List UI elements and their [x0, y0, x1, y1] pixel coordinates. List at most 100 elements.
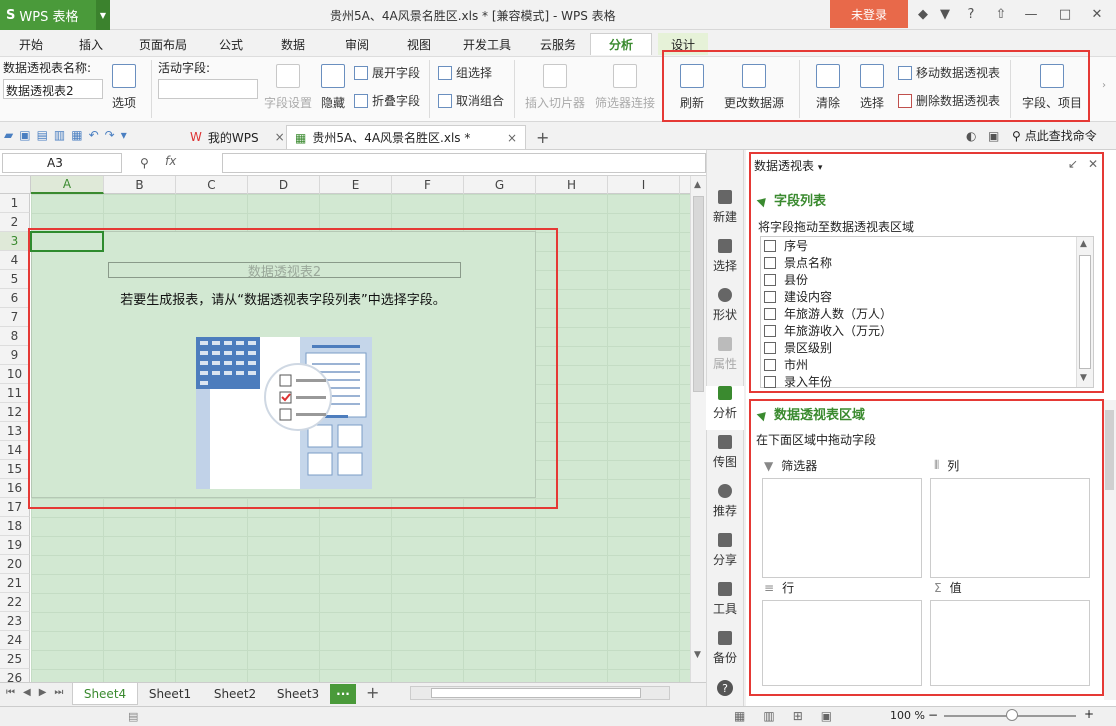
- normal-view-icon[interactable]: ▦: [734, 709, 745, 723]
- column-header[interactable]: A: [31, 176, 104, 194]
- panel-scrollbar[interactable]: [1104, 400, 1116, 700]
- dock-icon[interactable]: ◐: [966, 129, 976, 143]
- side-properties[interactable]: 属性: [706, 337, 744, 372]
- side-upload-image[interactable]: 传图: [706, 435, 744, 470]
- row-header[interactable]: 2: [0, 213, 30, 232]
- zoom-slider-thumb[interactable]: [1006, 709, 1018, 721]
- pivot-name-input[interactable]: 数据透视表2: [3, 79, 103, 99]
- tab-document[interactable]: ▦ 贵州5A、4A风景名胜区.xls * ×: [286, 125, 526, 149]
- hide-button[interactable]: 隐藏: [318, 64, 348, 111]
- minimize-icon[interactable]: —: [1022, 5, 1040, 23]
- scroll-thumb[interactable]: [693, 196, 704, 392]
- column-header[interactable]: F: [392, 176, 464, 194]
- tab-insert[interactable]: 插入: [68, 33, 114, 55]
- row-header[interactable]: 4: [0, 251, 30, 270]
- first-sheet-icon[interactable]: ⏮: [6, 687, 15, 698]
- redo-icon[interactable]: ↷: [105, 128, 115, 144]
- tab-my-wps[interactable]: W 我的WPS ×: [182, 125, 293, 149]
- zoom-out-icon[interactable]: −: [928, 708, 938, 722]
- tab-review[interactable]: 审阅: [334, 33, 380, 55]
- row-header[interactable]: 1: [0, 194, 30, 213]
- tab-page-layout[interactable]: 页面布局: [130, 33, 196, 55]
- active-field-input[interactable]: [158, 79, 258, 99]
- tab-analyze[interactable]: 分析: [590, 33, 652, 55]
- tab-data[interactable]: 数据: [270, 33, 316, 55]
- insert-slicer-button[interactable]: 插入切片器: [522, 64, 588, 111]
- search-command[interactable]: ⚲ 点此查找命令: [1012, 127, 1097, 144]
- collapse-field-button[interactable]: 折叠字段: [354, 92, 420, 109]
- row-header[interactable]: 12: [0, 403, 30, 422]
- side-shape[interactable]: 形状: [706, 288, 744, 323]
- chevron-down-icon[interactable]: ▾: [121, 128, 127, 144]
- undo-icon[interactable]: ↶: [89, 128, 99, 144]
- sheet-tab[interactable]: Sheet1: [140, 683, 200, 705]
- row-header[interactable]: 21: [0, 574, 30, 593]
- column-header[interactable]: B: [104, 176, 176, 194]
- side-backup[interactable]: 备份: [706, 631, 744, 666]
- layout-view-icon[interactable]: ⊞: [793, 709, 803, 723]
- sheet-tab[interactable]: Sheet3: [268, 683, 328, 705]
- column-header[interactable]: E: [320, 176, 392, 194]
- row-header[interactable]: 3: [0, 232, 30, 251]
- close-icon[interactable]: ✕: [1088, 5, 1106, 23]
- tab-developer[interactable]: 开发工具: [456, 33, 518, 55]
- column-header[interactable]: H: [536, 176, 608, 194]
- expand-field-button[interactable]: 展开字段: [354, 64, 420, 81]
- formula-input[interactable]: [222, 153, 706, 173]
- print-icon[interactable]: ▥: [54, 128, 65, 144]
- row-header[interactable]: 24: [0, 631, 30, 650]
- column-header[interactable]: I: [608, 176, 680, 194]
- zoom-in-icon[interactable]: +: [1084, 707, 1094, 721]
- open-icon[interactable]: ▰: [4, 128, 13, 144]
- row-header[interactable]: 11: [0, 384, 30, 403]
- next-sheet-icon[interactable]: ▶: [39, 687, 47, 698]
- row-header[interactable]: 19: [0, 536, 30, 555]
- scroll-thumb[interactable]: [431, 688, 641, 698]
- row-header[interactable]: 17: [0, 498, 30, 517]
- close-icon[interactable]: ×: [507, 131, 517, 145]
- horizontal-scrollbar[interactable]: [410, 686, 670, 700]
- side-select[interactable]: 选择: [706, 239, 744, 274]
- scroll-down-icon[interactable]: ▼: [694, 650, 701, 660]
- row-header[interactable]: 14: [0, 441, 30, 460]
- page-break-view-icon[interactable]: ▥: [763, 709, 774, 723]
- skin-icon[interactable]: ◆: [914, 5, 932, 23]
- row-header[interactable]: 18: [0, 517, 30, 536]
- scroll-thumb[interactable]: [1105, 410, 1114, 490]
- row-header[interactable]: 7: [0, 308, 30, 327]
- magnifier-icon[interactable]: ⚲: [140, 156, 149, 170]
- fx-icon[interactable]: fx: [165, 154, 176, 168]
- save-icon[interactable]: ▣: [19, 128, 30, 144]
- select-all-corner[interactable]: [0, 176, 31, 194]
- row-header[interactable]: 15: [0, 460, 30, 479]
- last-sheet-icon[interactable]: ⏭: [54, 687, 63, 698]
- close-icon[interactable]: ×: [275, 130, 285, 144]
- column-header[interactable]: D: [248, 176, 320, 194]
- row-header[interactable]: 25: [0, 650, 30, 669]
- wps-menu-button[interactable]: S WPS 表格 ▼: [0, 0, 110, 30]
- row-header[interactable]: 8: [0, 327, 30, 346]
- row-header[interactable]: 9: [0, 346, 30, 365]
- reading-mode-icon[interactable]: ▣: [821, 709, 832, 723]
- macro-icon[interactable]: ▤: [128, 710, 138, 723]
- zoom-level[interactable]: 100 %: [890, 709, 925, 722]
- side-analyze[interactable]: 分析: [706, 386, 744, 430]
- sheet-tab[interactable]: Sheet2: [204, 683, 266, 705]
- row-header[interactable]: 13: [0, 422, 30, 441]
- maximize-icon[interactable]: □: [1056, 5, 1074, 23]
- column-header[interactable]: C: [176, 176, 248, 194]
- help-icon[interactable]: ?: [962, 5, 980, 23]
- sheet-tab[interactable]: Sheet4: [72, 683, 138, 705]
- ribbon-scroll-right-icon[interactable]: ›: [1102, 80, 1106, 91]
- side-share[interactable]: 分享: [706, 533, 744, 568]
- more-sheets-icon[interactable]: ···: [330, 684, 356, 704]
- shirt-icon[interactable]: ▼: [936, 5, 954, 23]
- field-settings-button[interactable]: 字段设置: [262, 64, 314, 111]
- tab-cloud[interactable]: 云服务: [530, 33, 586, 55]
- row-header[interactable]: 20: [0, 555, 30, 574]
- new-tab-button[interactable]: +: [528, 125, 557, 149]
- side-recommend[interactable]: 推荐: [706, 484, 744, 519]
- scroll-up-icon[interactable]: ▲: [694, 180, 701, 190]
- print-preview-icon[interactable]: ▦: [71, 128, 82, 144]
- add-sheet-button[interactable]: +: [366, 683, 379, 702]
